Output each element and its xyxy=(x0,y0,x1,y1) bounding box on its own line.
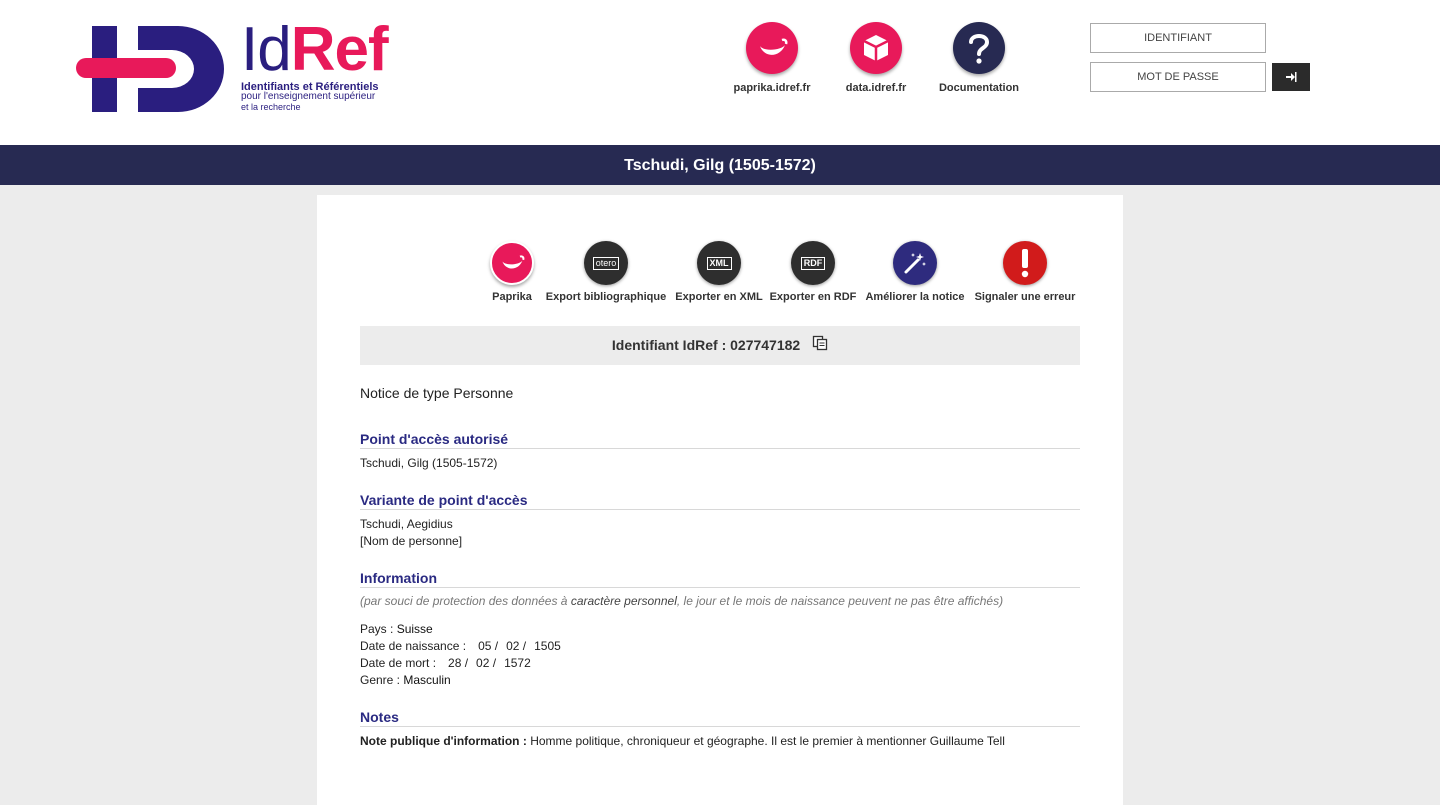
gender-label: Genre : xyxy=(360,673,401,687)
report-error-label: Signaler une erreur xyxy=(974,291,1076,303)
variant-note: [Nom de personne] xyxy=(360,534,463,548)
export-rdf-action[interactable]: RDF Exporter en RDF xyxy=(768,241,858,303)
exclamation-icon xyxy=(1003,241,1047,285)
idref-logo[interactable]: IdRef Identifiants et Référentiels pour … xyxy=(76,15,406,118)
identifier-value: 027747182 xyxy=(730,337,801,353)
documentation-link-label: Documentation xyxy=(938,82,1020,94)
cube-icon xyxy=(850,22,902,74)
paprika-link[interactable]: paprika.idref.fr xyxy=(717,22,827,94)
record-panel: Paprika otero Export bibliographique XML… xyxy=(317,195,1123,805)
death-date-label: Date de mort : xyxy=(360,656,437,670)
death-date-row: Date de mort :28 /02 /1572 xyxy=(360,656,531,670)
improve-record-label: Améliorer la notice xyxy=(865,291,965,303)
birth-date-row: Date de naissance :05 /02 /1505 xyxy=(360,639,561,653)
country-value[interactable]: Suisse xyxy=(397,622,433,636)
export-xml-action[interactable]: XML Exporter en XML xyxy=(674,241,764,303)
authorized-heading-title: Point d'accès autorisé xyxy=(360,431,1080,449)
data-link[interactable]: data.idref.fr xyxy=(821,22,931,94)
copy-icon[interactable] xyxy=(812,327,828,366)
xml-icon-text: XML xyxy=(706,256,732,270)
rdf-icon-text: RDF xyxy=(800,256,826,270)
variant-value: Tschudi, Aegidius xyxy=(360,517,453,531)
information-title: Information xyxy=(360,570,1080,588)
export-bibliographic-action[interactable]: otero Export bibliographique xyxy=(543,241,669,303)
information-section: Information (par souci de protection des… xyxy=(360,570,1080,689)
zotero-icon: otero xyxy=(584,241,628,285)
birth-date-label: Date de naissance : xyxy=(360,639,467,653)
public-note-label: Note publique d'information : xyxy=(360,734,527,748)
site-header: IdRef Identifiants et Référentiels pour … xyxy=(0,0,1440,145)
record-type: Notice de type Personne xyxy=(360,385,514,401)
paprika-action-label: Paprika xyxy=(492,291,532,303)
authorized-heading-section: Point d'accès autorisé Tschudi, Gilg (15… xyxy=(360,431,1080,472)
identifiant-input[interactable]: IDENTIFIANT xyxy=(1090,23,1266,53)
paprika-icon xyxy=(490,241,534,285)
authorized-heading-value: Tschudi, Gilg (1505-1572) xyxy=(360,456,498,470)
privacy-notice: (par souci de protection des données à c… xyxy=(360,594,1004,608)
gender-row: Genre : Masculin xyxy=(360,672,1080,689)
logo-wordmark: IdRef xyxy=(241,15,389,84)
action-toolbar: Paprika otero Export bibliographique XML… xyxy=(317,241,1123,311)
country-row: Pays : Suisse xyxy=(360,621,1080,638)
password-input[interactable]: MOT DE PASSE xyxy=(1090,62,1266,92)
magic-wand-icon xyxy=(893,241,937,285)
country-label: Pays : xyxy=(360,622,394,636)
identifier-label: Identifiant IdRef : xyxy=(611,337,727,353)
export-bibliographic-label: Export bibliographique xyxy=(545,291,667,303)
paprika-action[interactable]: Paprika xyxy=(485,241,539,303)
report-error-action[interactable]: Signaler une erreur xyxy=(972,241,1078,303)
public-note: Note publique d'information : Homme poli… xyxy=(360,733,1080,750)
zotero-icon-text: otero xyxy=(592,256,620,270)
xml-icon: XML xyxy=(697,241,741,285)
question-icon xyxy=(953,22,1005,74)
data-link-label: data.idref.fr xyxy=(845,82,907,94)
rdf-icon: RDF xyxy=(791,241,835,285)
export-xml-label: Exporter en XML xyxy=(675,291,763,303)
documentation-link[interactable]: Documentation xyxy=(924,22,1034,94)
paprika-link-label: paprika.idref.fr xyxy=(733,82,811,94)
public-note-text: Homme politique, chroniqueur et géograph… xyxy=(530,734,1005,748)
notes-section: Notes Note publique d'information : Homm… xyxy=(360,709,1080,750)
sign-in-icon xyxy=(1286,72,1297,83)
gender-value: Masculin xyxy=(403,673,451,687)
notes-title: Notes xyxy=(360,709,1080,727)
export-rdf-label: Exporter en RDF xyxy=(769,291,857,303)
record-body: Notice de type Personne Point d'accès au… xyxy=(360,385,1080,770)
page-title: Tschudi, Gilg (1505-1572) xyxy=(0,145,1440,185)
identifier-bar: Identifiant IdRef : 027747182 xyxy=(360,326,1080,365)
improve-record-action[interactable]: Améliorer la notice xyxy=(863,241,967,303)
login-button[interactable] xyxy=(1272,63,1310,91)
variant-title: Variante de point d'accès xyxy=(360,492,1080,510)
logo-tagline: Identifiants et Référentiels pour l'ense… xyxy=(241,81,379,113)
hd-logo-mark xyxy=(76,26,224,112)
variant-section: Variante de point d'accès Tschudi, Aegid… xyxy=(360,492,1080,550)
paprika-icon xyxy=(746,22,798,74)
